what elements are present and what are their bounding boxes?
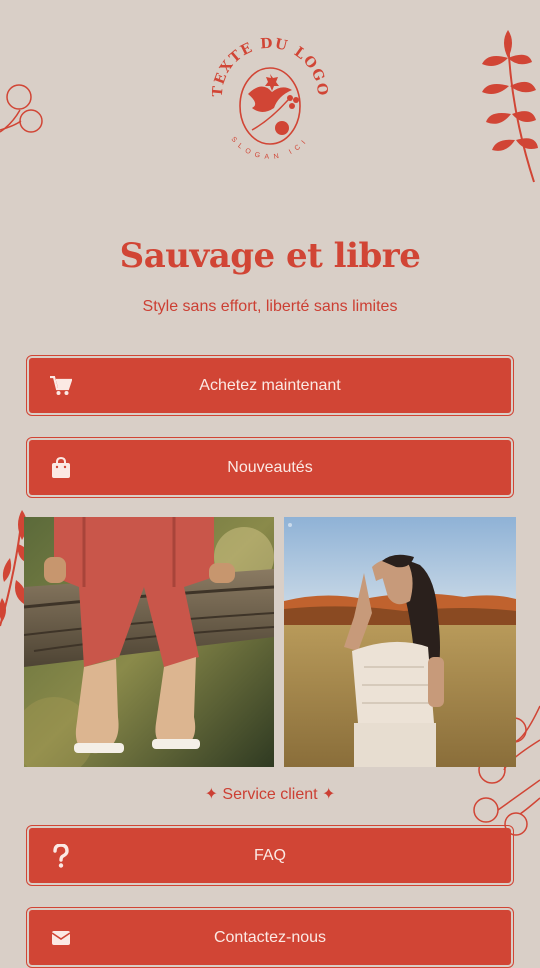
product-photo-1 [24,517,274,767]
shopping-bag-icon [49,456,73,480]
logo-slogan: SLOGAN ICI [229,136,305,161]
shop-now-label: Achetez maintenant [199,376,341,394]
berry-branch-decoration [0,84,43,133]
shop-now-button-body[interactable]: Achetez maintenant [29,358,511,413]
shop-now-button[interactable]: Achetez maintenant [26,355,514,416]
faq-button[interactable]: FAQ [26,825,514,886]
faq-button-body[interactable]: FAQ [29,828,511,883]
leaf-branch-decoration [482,30,538,183]
envelope-icon [49,926,73,950]
brand-logo: TEXTE DU LOGO SLOGAN ICI [212,36,328,161]
new-arrivals-button-body[interactable]: Nouveautés [29,440,511,495]
shopping-cart-icon [49,374,73,398]
page-subtitle: Style sans effort, liberté sans limites [142,298,398,315]
logo-text: TEXTE DU LOGO [212,36,328,98]
svg-text:TEXTE DU LOGO: TEXTE DU LOGO [212,36,328,98]
page-title: Sauvage et libre [119,236,421,276]
svg-text:SLOGAN ICI: SLOGAN ICI [229,136,310,161]
customer-service-heading: ✦ Service client ✦ [204,786,336,803]
contact-button-body[interactable]: Contactez-nous [29,910,511,965]
product-photo-2 [284,517,516,767]
contact-button[interactable]: Contactez-nous [26,907,514,968]
question-icon [49,843,73,868]
new-arrivals-label: Nouveautés [227,458,313,476]
faq-label: FAQ [253,846,286,864]
contact-label: Contactez-nous [213,928,327,946]
new-arrivals-button[interactable]: Nouveautés [26,437,514,498]
